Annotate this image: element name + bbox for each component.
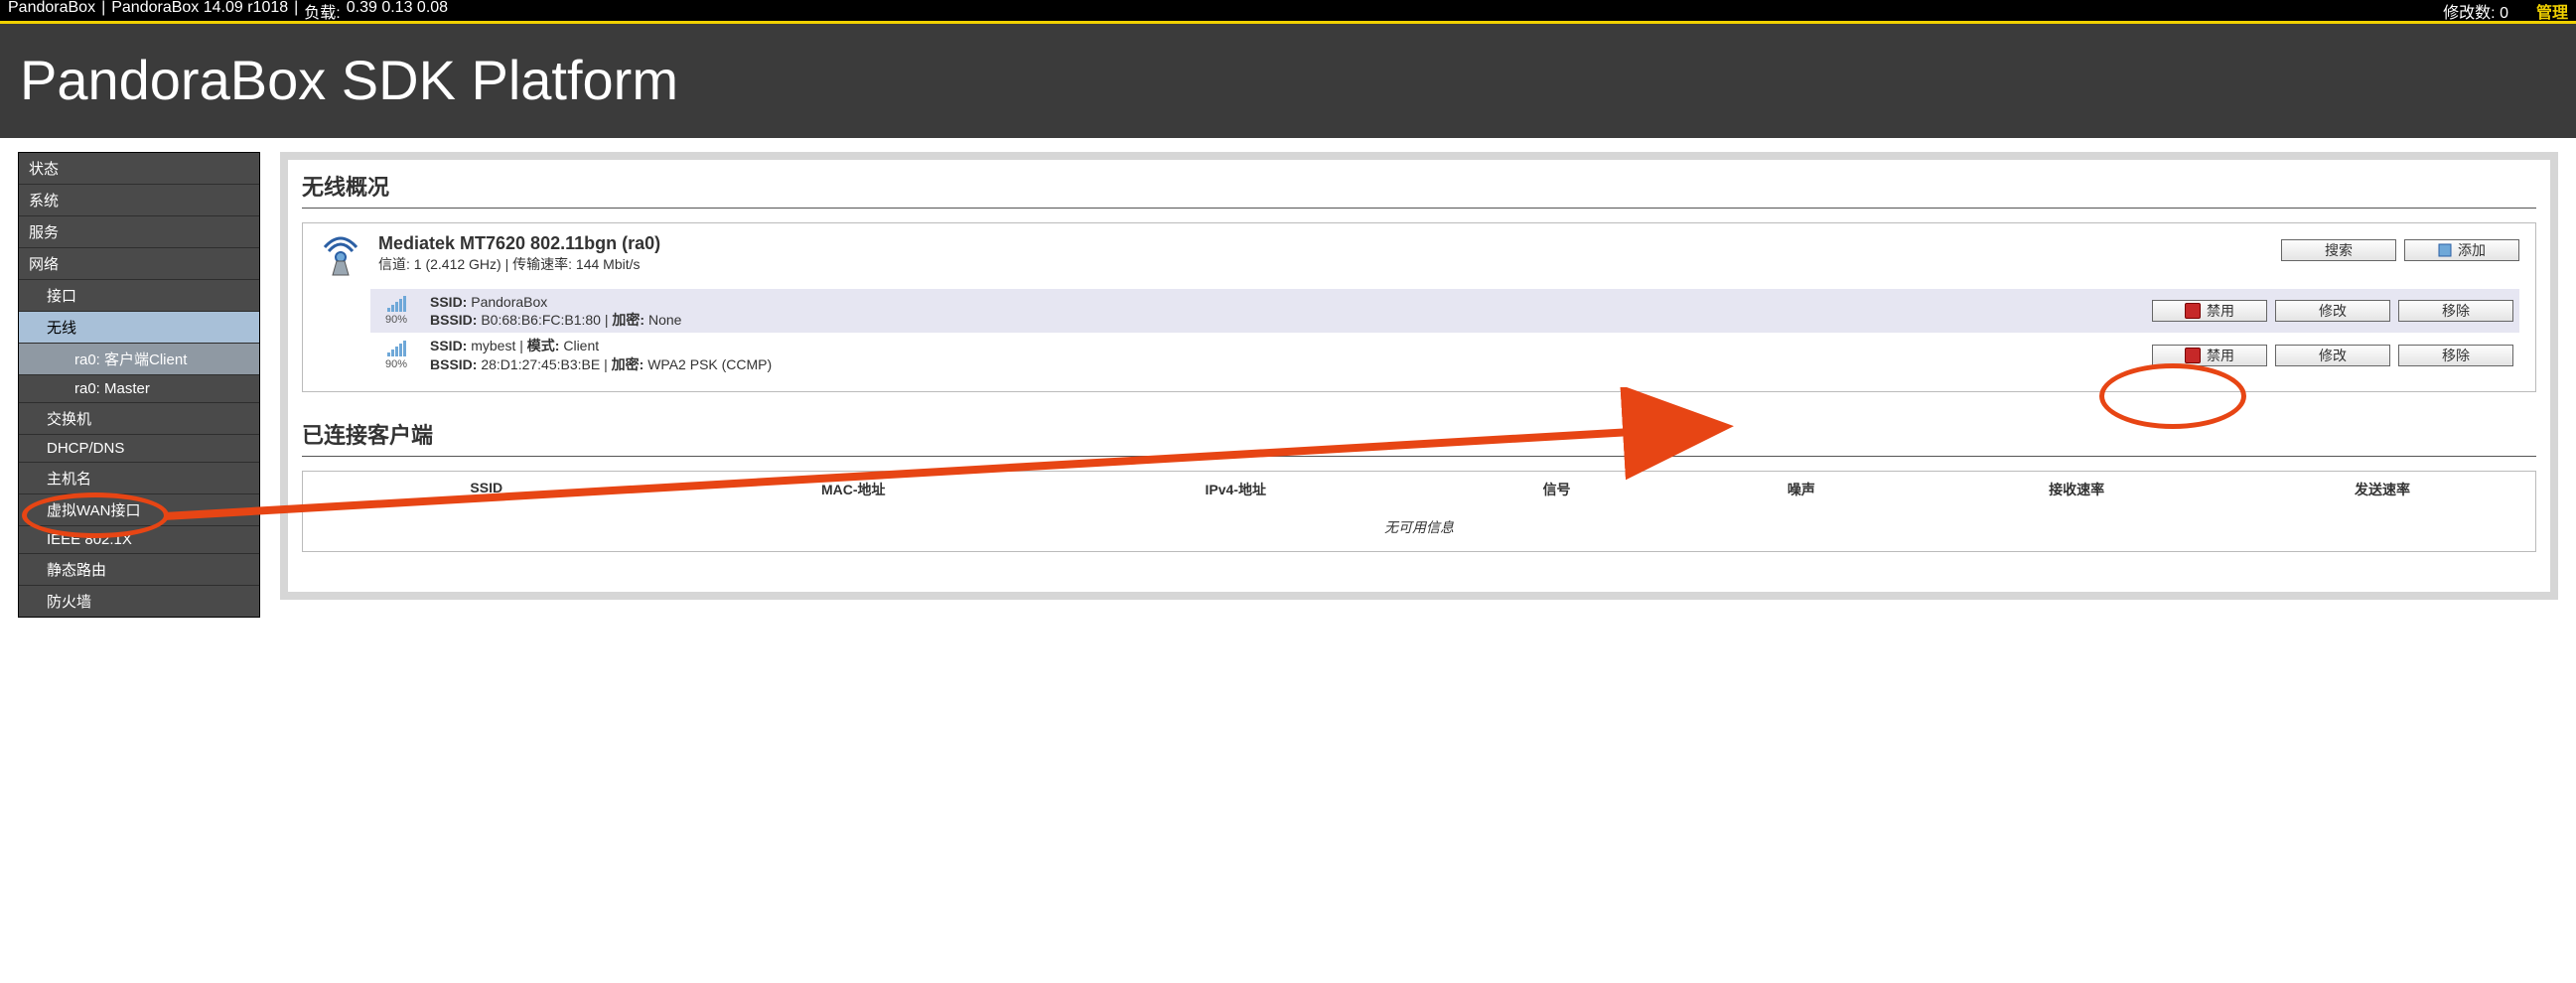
load-label: 负载: bbox=[304, 0, 340, 23]
table-column-header: MAC-地址 bbox=[670, 480, 1038, 499]
sidebar-item-1[interactable]: 系统 bbox=[19, 184, 259, 215]
wireless-device-card: Mediatek MT7620 802.11bgn (ra0) 信道: 1 (2… bbox=[302, 222, 2536, 392]
sidebar-item-13[interactable]: 静态路由 bbox=[19, 553, 259, 585]
signal-bars-icon bbox=[376, 341, 416, 356]
admin-link[interactable]: 管理 bbox=[2536, 0, 2568, 23]
sidebar-item-3[interactable]: 网络 bbox=[19, 247, 259, 279]
product-name: PandoraBox bbox=[8, 0, 95, 23]
device-name: Mediatek MT7620 802.11bgn (ra0) bbox=[378, 233, 2265, 254]
edit-button[interactable]: 修改 bbox=[2275, 300, 2390, 322]
table-column-header: 发送速率 bbox=[2229, 480, 2535, 499]
table-column-header: IPv4-地址 bbox=[1037, 480, 1434, 499]
network-info: SSID: PandoraBox BSSID: B0:68:B6:FC:B1:8… bbox=[430, 293, 2138, 329]
connected-clients-title: 已连接客户端 bbox=[302, 414, 2536, 457]
status-bar: PandoraBox | PandoraBox 14.09 r1018 | 负载… bbox=[0, 0, 2576, 24]
remove-button[interactable]: 移除 bbox=[2398, 300, 2513, 322]
table-column-header: 噪声 bbox=[1679, 480, 1924, 499]
table-column-header: 信号 bbox=[1434, 480, 1678, 499]
sidebar-item-0[interactable]: 状态 bbox=[19, 153, 259, 184]
sidebar-item-7[interactable]: ra0: Master bbox=[19, 374, 259, 402]
page-title: PandoraBox SDK Platform bbox=[20, 48, 2556, 112]
page-banner: PandoraBox SDK Platform bbox=[0, 24, 2576, 138]
table-header: SSIDMAC-地址IPv4-地址信号噪声接收速率发送速率 bbox=[303, 472, 2535, 507]
table-column-header: SSID bbox=[303, 480, 670, 499]
signal-strength: 90% bbox=[376, 341, 416, 370]
sidebar-item-2[interactable]: 服务 bbox=[19, 215, 259, 247]
sidebar-item-9[interactable]: DHCP/DNS bbox=[19, 434, 259, 462]
sidebar-item-11[interactable]: 虚拟WAN接口 bbox=[19, 493, 259, 525]
remove-button[interactable]: 移除 bbox=[2398, 345, 2513, 366]
disable-button[interactable]: 禁用 bbox=[2152, 300, 2267, 322]
search-button[interactable]: 搜索 bbox=[2281, 239, 2396, 261]
main-panel: 无线概况 Mediatek MT7620 802.11bgn (ra0) 信道: bbox=[280, 152, 2558, 600]
table-column-header: 接收速率 bbox=[1924, 480, 2229, 499]
signal-bars-icon bbox=[376, 296, 416, 312]
sidebar-item-14[interactable]: 防火墙 bbox=[19, 585, 259, 617]
sidebar-item-6[interactable]: ra0: 客户端Client bbox=[19, 343, 259, 374]
device-details: 信道: 1 (2.412 GHz) | 传输速率: 144 Mbit/s bbox=[378, 254, 2265, 274]
add-button[interactable]: 添加 bbox=[2404, 239, 2519, 261]
firmware-version: PandoraBox 14.09 r1018 bbox=[111, 0, 288, 23]
wireless-network-row: 90% SSID: PandoraBox BSSID: B0:68:B6:FC:… bbox=[370, 289, 2519, 333]
table-empty-message: 无可用信息 bbox=[303, 507, 2535, 551]
sidebar-item-8[interactable]: 交换机 bbox=[19, 402, 259, 434]
sidebar-item-10[interactable]: 主机名 bbox=[19, 462, 259, 493]
wifi-antenna-icon bbox=[319, 233, 362, 277]
edit-button[interactable]: 修改 bbox=[2275, 345, 2390, 366]
add-icon bbox=[2438, 243, 2452, 257]
connected-clients-table: SSIDMAC-地址IPv4-地址信号噪声接收速率发送速率 无可用信息 bbox=[302, 471, 2536, 552]
network-info: SSID: mybest | 模式: Client BSSID: 28:D1:2… bbox=[430, 337, 2138, 372]
wireless-overview-title: 无线概况 bbox=[302, 166, 2536, 209]
sidebar-item-5[interactable]: 无线 bbox=[19, 311, 259, 343]
disable-button[interactable]: 禁用 bbox=[2152, 345, 2267, 366]
wireless-network-row: 90% SSID: mybest | 模式: Client BSSID: 28:… bbox=[370, 333, 2519, 376]
sidebar-nav: 状态系统服务网络接口无线ra0: 客户端Clientra0: Master交换机… bbox=[18, 152, 260, 618]
sidebar-item-12[interactable]: IEEE 802.1X bbox=[19, 525, 259, 553]
changes-indicator[interactable]: 修改数: 0 bbox=[2443, 0, 2508, 23]
load-values: 0.39 0.13 0.08 bbox=[347, 0, 448, 23]
signal-strength: 90% bbox=[376, 296, 416, 326]
sidebar-item-4[interactable]: 接口 bbox=[19, 279, 259, 311]
